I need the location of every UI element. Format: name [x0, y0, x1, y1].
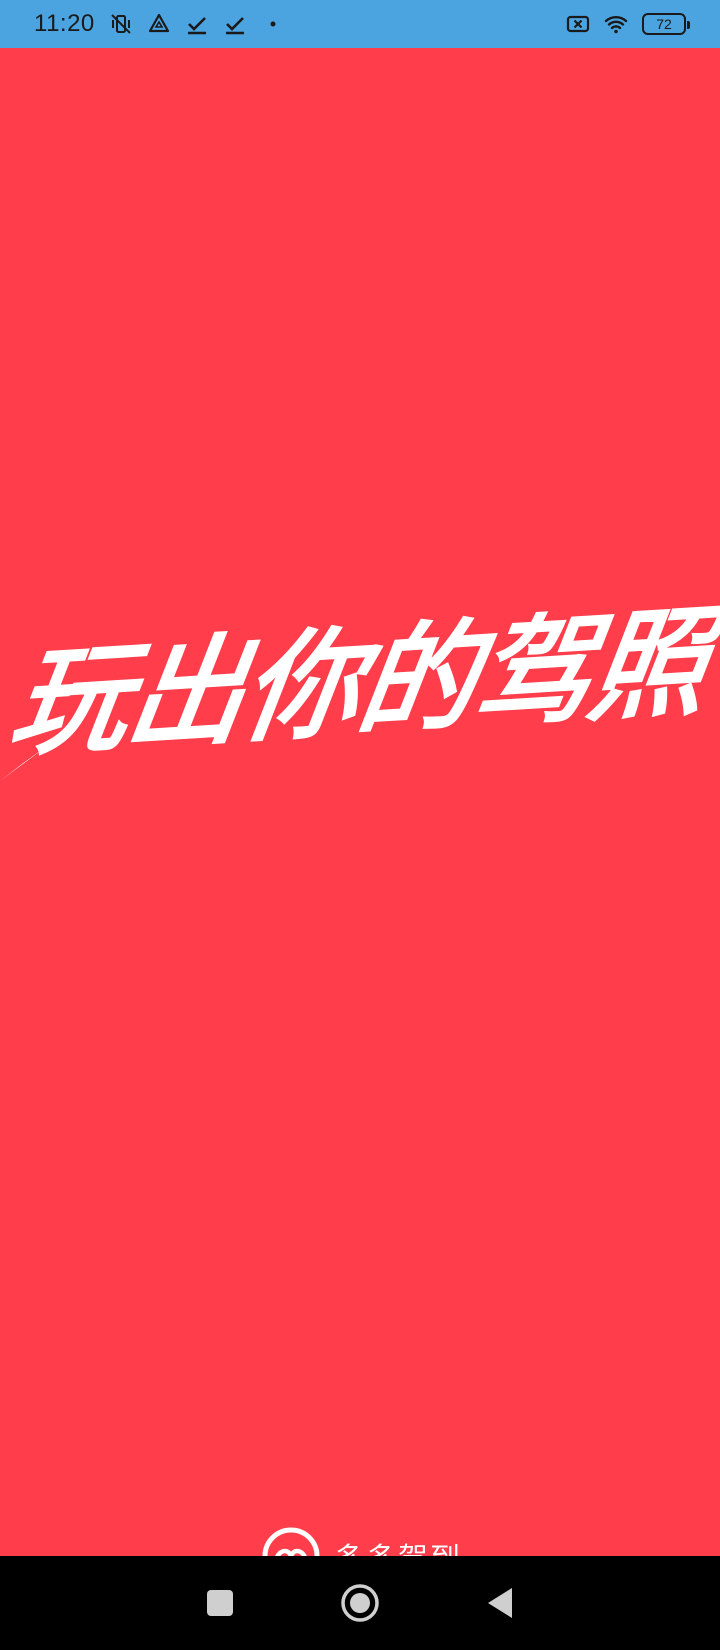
- dot-icon: [261, 12, 285, 36]
- status-time: 11:20: [34, 10, 95, 37]
- slogan: 玩出你的驾照: [0, 568, 720, 798]
- status-left: 11:20: [34, 10, 285, 38]
- sim-off-icon: [566, 12, 590, 36]
- circle-icon: [341, 1584, 379, 1622]
- wifi-icon: [604, 12, 628, 36]
- brand-name: 多多驾到: [334, 1534, 462, 1556]
- home-button[interactable]: [336, 1579, 384, 1627]
- triangle-back-icon: [488, 1588, 512, 1618]
- status-bar: 11:20 72: [0, 0, 720, 48]
- brand: 多多驾到: [260, 1526, 462, 1556]
- battery-icon: 72: [642, 13, 690, 35]
- vibrate-off-icon: [109, 12, 133, 36]
- brand-logo-icon: [262, 1527, 320, 1556]
- square-icon: [207, 1590, 233, 1616]
- drive-icon: [147, 12, 171, 36]
- recents-button[interactable]: [196, 1579, 244, 1627]
- back-button[interactable]: [476, 1579, 524, 1627]
- check-icon: [185, 12, 209, 36]
- navigation-bar: [0, 1556, 720, 1650]
- splash-screen: 玩出你的驾照 多多驾到: [0, 48, 720, 1556]
- check-icon: [223, 12, 247, 36]
- status-right: 72: [566, 12, 690, 36]
